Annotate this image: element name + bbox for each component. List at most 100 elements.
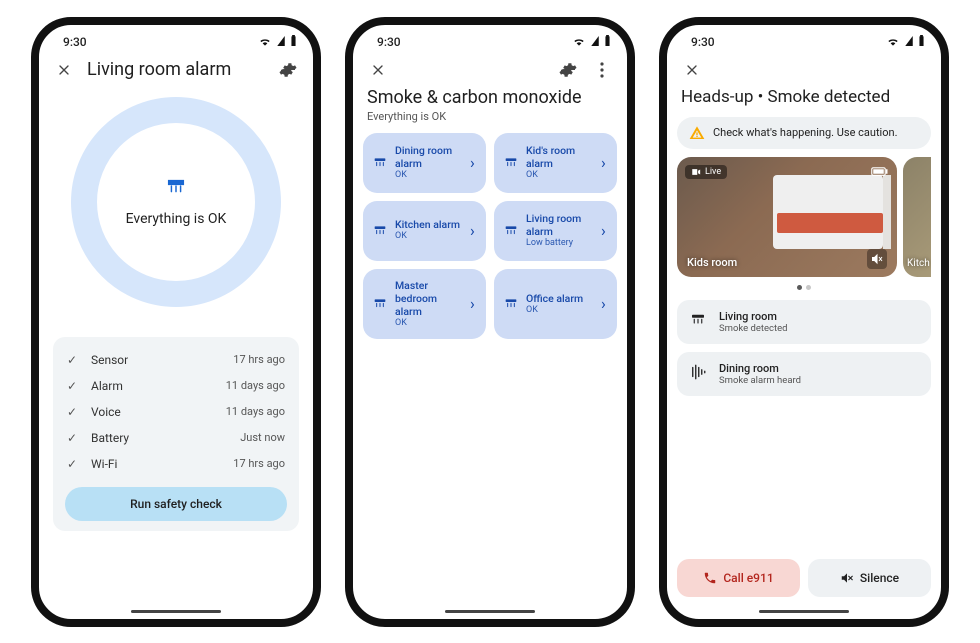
- nav-handle[interactable]: [759, 610, 849, 613]
- sound-icon: [689, 363, 709, 384]
- top-bar: Living room alarm: [39, 53, 313, 83]
- alert-item-dining-room[interactable]: Dining room Smoke alarm heard: [677, 352, 931, 396]
- settings-icon[interactable]: [277, 59, 299, 81]
- device-name: Master bedroom alarm: [395, 279, 464, 318]
- battery-icon: [604, 35, 611, 46]
- call-e911-button[interactable]: Call e911: [677, 559, 800, 597]
- page-title: Smoke & carbon monoxide: [353, 83, 627, 110]
- nav-handle[interactable]: [131, 610, 221, 613]
- settings-icon[interactable]: [557, 59, 579, 81]
- check-icon: ✓: [67, 431, 81, 445]
- smoke-detector-icon: [371, 296, 389, 312]
- silence-button[interactable]: Silence: [808, 559, 931, 597]
- smoke-detector-icon: [165, 177, 187, 203]
- device-card-kitchen[interactable]: Kitchen alarmOK ›: [363, 201, 486, 261]
- cell-signal-icon: [591, 36, 599, 46]
- warning-icon: [689, 125, 705, 141]
- battery-icon: [290, 35, 297, 46]
- self-test-row: ✓ Sensor 17 hrs ago: [65, 347, 287, 373]
- device-status: OK: [395, 170, 464, 181]
- self-test-label: Sensor: [91, 353, 223, 367]
- self-test-list: ✓ Sensor 17 hrs ago ✓ Alarm 11 days ago …: [53, 337, 299, 531]
- chevron-right-icon: ›: [470, 153, 480, 172]
- live-text: Live: [705, 167, 721, 177]
- device-name: Living room alarm: [526, 212, 595, 238]
- carousel-dots: [667, 285, 941, 290]
- clock: 9:30: [63, 35, 87, 49]
- nav-handle[interactable]: [445, 610, 535, 613]
- close-icon[interactable]: [53, 59, 75, 81]
- status-bar: 9:30: [353, 25, 627, 53]
- camera-card-kids-room[interactable]: Live Kids room: [677, 157, 897, 277]
- chevron-right-icon: ›: [470, 294, 480, 313]
- status-icons: [570, 35, 611, 49]
- self-test-label: Wi-Fi: [91, 457, 223, 471]
- device-status: OK: [395, 318, 464, 329]
- cell-signal-icon: [277, 36, 285, 46]
- run-safety-check-button[interactable]: Run safety check: [65, 487, 287, 521]
- close-icon[interactable]: [681, 59, 703, 81]
- smoke-detector-icon: [689, 311, 709, 332]
- clock: 9:30: [377, 35, 401, 49]
- camera-card-kitchen[interactable]: Kitch: [903, 157, 931, 277]
- warning-banner: Check what's happening. Use caution.: [677, 117, 931, 149]
- camera-label: Kids room: [687, 256, 737, 269]
- battery-icon: [871, 167, 889, 176]
- device-name: Dining room alarm: [395, 144, 464, 170]
- camera-carousel[interactable]: Live Kids room Kitch: [677, 157, 941, 277]
- alert-room: Dining room: [719, 362, 801, 375]
- page-title: Heads-up • Smoke detected: [667, 83, 941, 117]
- wifi-icon: [258, 36, 272, 46]
- silence-label: Silence: [860, 571, 899, 585]
- status-ring-text: Everything is OK: [126, 211, 227, 227]
- close-icon[interactable]: [367, 59, 389, 81]
- self-test-row: ✓ Voice 11 days ago: [65, 399, 287, 425]
- device-status: OK: [526, 170, 595, 181]
- status-bar: 9:30: [667, 25, 941, 53]
- device-card-office[interactable]: Office alarmOK ›: [494, 269, 617, 340]
- status-icons: [884, 35, 925, 49]
- device-status: OK: [526, 305, 595, 316]
- alert-item-living-room[interactable]: Living room Smoke detected: [677, 300, 931, 344]
- smoke-detector-icon: [502, 223, 520, 239]
- self-test-time: 11 days ago: [226, 379, 285, 392]
- self-test-time: 17 hrs ago: [233, 457, 285, 470]
- more-icon[interactable]: [591, 59, 613, 81]
- alert-sub: Smoke detected: [719, 323, 788, 334]
- video-icon: [691, 167, 701, 177]
- chevron-right-icon: ›: [601, 294, 611, 313]
- battery-icon: [918, 35, 925, 46]
- page-subtitle: Everything is OK: [353, 110, 627, 133]
- chevron-right-icon: ›: [601, 153, 611, 172]
- check-icon: ✓: [67, 405, 81, 419]
- phone-heads-up: 9:30 Heads-up • Smoke detected Check wha…: [659, 17, 949, 627]
- device-card-kids-room[interactable]: Kid's room alarmOK ›: [494, 133, 617, 193]
- cell-signal-icon: [905, 36, 913, 46]
- device-status: Low battery: [526, 238, 595, 249]
- status-ring: Everything is OK: [39, 97, 313, 317]
- speaker-mute-icon: [840, 571, 854, 585]
- device-name: Kitchen alarm: [395, 218, 464, 231]
- status-bar: 9:30: [39, 25, 313, 53]
- call-label: Call e911: [723, 571, 773, 585]
- self-test-label: Battery: [91, 431, 230, 445]
- mute-icon[interactable]: [867, 249, 887, 269]
- camera-label: Kitch: [907, 258, 930, 269]
- warning-text: Check what's happening. Use caution.: [713, 126, 897, 139]
- alert-sub: Smoke alarm heard: [719, 375, 801, 386]
- self-test-time: Just now: [240, 431, 285, 444]
- device-card-dining-room[interactable]: Dining room alarmOK ›: [363, 133, 486, 193]
- clock: 9:30: [691, 35, 715, 49]
- status-icons: [256, 35, 297, 49]
- page-title: Living room alarm: [87, 59, 265, 80]
- device-card-living-room[interactable]: Living room alarmLow battery ›: [494, 201, 617, 261]
- chevron-right-icon: ›: [470, 221, 480, 240]
- smoke-detector-icon: [371, 223, 389, 239]
- check-icon: ✓: [67, 353, 81, 367]
- phone-smoke-co: 9:30 Smoke & carbon monoxide Everything …: [345, 17, 635, 627]
- smoke-detector-icon: [502, 155, 520, 171]
- top-bar: [667, 53, 941, 83]
- chevron-right-icon: ›: [601, 221, 611, 240]
- device-card-master-bedroom[interactable]: Master bedroom alarmOK ›: [363, 269, 486, 340]
- live-badge: Live: [685, 165, 727, 179]
